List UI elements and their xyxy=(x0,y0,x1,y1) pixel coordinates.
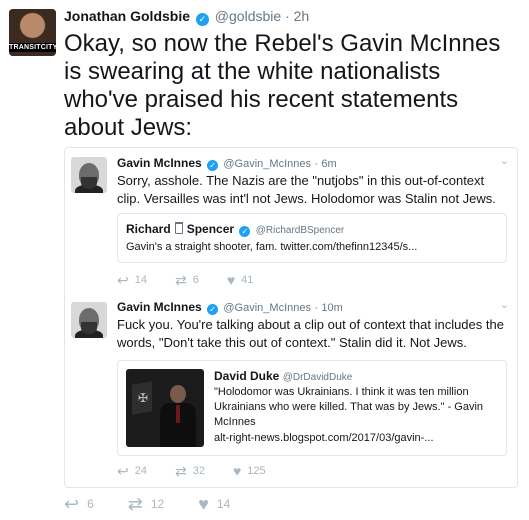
thumbnail-tie xyxy=(176,405,180,423)
verified-icon: ✓ xyxy=(195,13,209,26)
separator-dot: · xyxy=(285,8,290,24)
quoted-tweet[interactable]: Gavin McInnes ✓ @Gavin_McInnes · 6m ⌄ So… xyxy=(64,147,518,294)
author-handle[interactable]: @RichardBSpencer xyxy=(256,225,345,236)
chevron-down-icon[interactable]: ⌄ xyxy=(500,154,509,167)
like-button[interactable]: ♥ 14 xyxy=(198,494,231,514)
quoted-header: Gavin McInnes ✓ @Gavin_McInnes · 6m xyxy=(117,156,337,171)
timestamp[interactable]: 2h xyxy=(294,8,310,24)
action-bar: ↩ 14 ⇄ 6 ♥ 41 xyxy=(117,273,281,287)
nested-text: Gavin's a straight shooter, fam. twitter… xyxy=(126,241,418,253)
action-bar: ↩ 24 ⇄ 32 ♥ 125 xyxy=(117,464,294,478)
trash-can-icon xyxy=(174,222,183,234)
verified-icon: ✓ xyxy=(207,160,219,171)
avatar[interactable]: TRANSITCITY xyxy=(9,9,56,56)
video-thumbnail[interactable]: ✠ xyxy=(126,369,204,447)
reply-button[interactable]: ↩ 6 xyxy=(64,494,94,514)
author-handle[interactable]: @Gavin_McInnes xyxy=(223,158,311,170)
retweet-count: 12 xyxy=(150,497,165,511)
retweet-count: 32 xyxy=(192,465,205,477)
retweet-icon: ⇄ xyxy=(174,463,187,479)
like-button[interactable]: ♥ 41 xyxy=(227,273,254,287)
separator-dot: · xyxy=(314,158,318,170)
retweet-button[interactable]: ⇄ 32 xyxy=(175,464,205,478)
nested-header: David Duke @DrDavidDuke xyxy=(214,369,352,383)
reply-count: 6 xyxy=(87,497,94,511)
reply-button[interactable]: ↩ 24 xyxy=(117,464,147,478)
chevron-down-icon[interactable]: ⌄ xyxy=(500,298,509,311)
retweet-icon: ⇄ xyxy=(174,272,187,288)
timestamp[interactable]: 6m xyxy=(321,158,336,170)
avatar[interactable] xyxy=(71,302,107,338)
heart-icon: ♥ xyxy=(226,272,236,288)
author-handle[interactable]: @DrDavidDuke xyxy=(283,372,353,383)
author-first-name[interactable]: Richard xyxy=(126,222,171,236)
nested-quoted-tweet[interactable]: ✠ David Duke @DrDavidDuke "Holodomor was… xyxy=(117,360,507,456)
retweet-count: 6 xyxy=(192,274,199,286)
author-last-name[interactable]: Spencer xyxy=(187,222,234,236)
author-handle[interactable]: @goldsbie xyxy=(215,8,281,24)
nested-header: Richard Spencer ✓ @RichardBSpencer xyxy=(126,222,344,237)
thumbnail-head xyxy=(170,385,186,403)
avatar-beard xyxy=(81,177,97,189)
retweet-icon: ⇄ xyxy=(127,494,143,514)
avatar[interactable] xyxy=(71,157,107,193)
avatar-beard xyxy=(81,322,97,334)
author-name[interactable]: Gavin McInnes xyxy=(117,300,202,314)
like-count: 125 xyxy=(247,465,266,477)
reply-count: 24 xyxy=(134,465,147,477)
like-count: 41 xyxy=(241,274,254,286)
reply-icon: ↩ xyxy=(117,463,129,479)
thumbnail-emblem: ✠ xyxy=(138,391,149,405)
reply-icon: ↩ xyxy=(64,494,80,514)
like-button[interactable]: ♥ 125 xyxy=(233,464,266,478)
separator-dot: · xyxy=(314,302,318,314)
reply-icon: ↩ xyxy=(117,272,129,288)
quoted-header: Gavin McInnes ✓ @Gavin_McInnes · 10m xyxy=(117,300,343,315)
author-name[interactable]: Jonathan Goldsbie xyxy=(64,8,190,24)
avatar-badge: TRANSITCITY xyxy=(9,43,56,52)
quoted-text: Fuck you. You're talking about a clip ou… xyxy=(117,317,504,350)
nested-text: "Holodomor was Ukrainians. I think it wa… xyxy=(214,386,484,428)
author-name[interactable]: Gavin McInnes xyxy=(117,156,202,170)
heart-icon: ♥ xyxy=(232,463,242,479)
tweet-text: Okay, so now the Rebel's Gavin McInnes i… xyxy=(64,30,501,141)
author-handle[interactable]: @Gavin_McInnes xyxy=(223,302,311,314)
author-name[interactable]: David Duke xyxy=(214,369,279,383)
action-bar: ↩ 6 ⇄ 12 ♥ 14 xyxy=(64,494,264,514)
reply-count: 14 xyxy=(134,274,147,286)
verified-icon: ✓ xyxy=(207,304,219,315)
quoted-text: Sorry, asshole. The Nazis are the "nutjo… xyxy=(117,173,496,206)
heart-icon: ♥ xyxy=(198,494,209,514)
tweet-header: Jonathan Goldsbie ✓ @goldsbie · 2h xyxy=(64,8,309,26)
like-count: 14 xyxy=(216,497,231,511)
retweet-button[interactable]: ⇄ 6 xyxy=(175,273,199,287)
tweet: TRANSITCITY Jonathan Goldsbie ✓ @goldsbi… xyxy=(0,0,529,520)
retweet-button[interactable]: ⇄ 12 xyxy=(127,494,165,514)
reply-button[interactable]: ↩ 14 xyxy=(117,273,147,287)
nested-link[interactable]: alt-right-news.blogspot.com/2017/03/gavi… xyxy=(214,431,498,446)
quoted-tweet[interactable]: Gavin McInnes ✓ @Gavin_McInnes · 10m ⌄ F… xyxy=(64,292,518,488)
timestamp[interactable]: 10m xyxy=(321,302,342,314)
verified-icon: ✓ xyxy=(239,226,251,237)
nested-quoted-tweet[interactable]: Richard Spencer ✓ @RichardBSpencer Gavin'… xyxy=(117,213,507,263)
